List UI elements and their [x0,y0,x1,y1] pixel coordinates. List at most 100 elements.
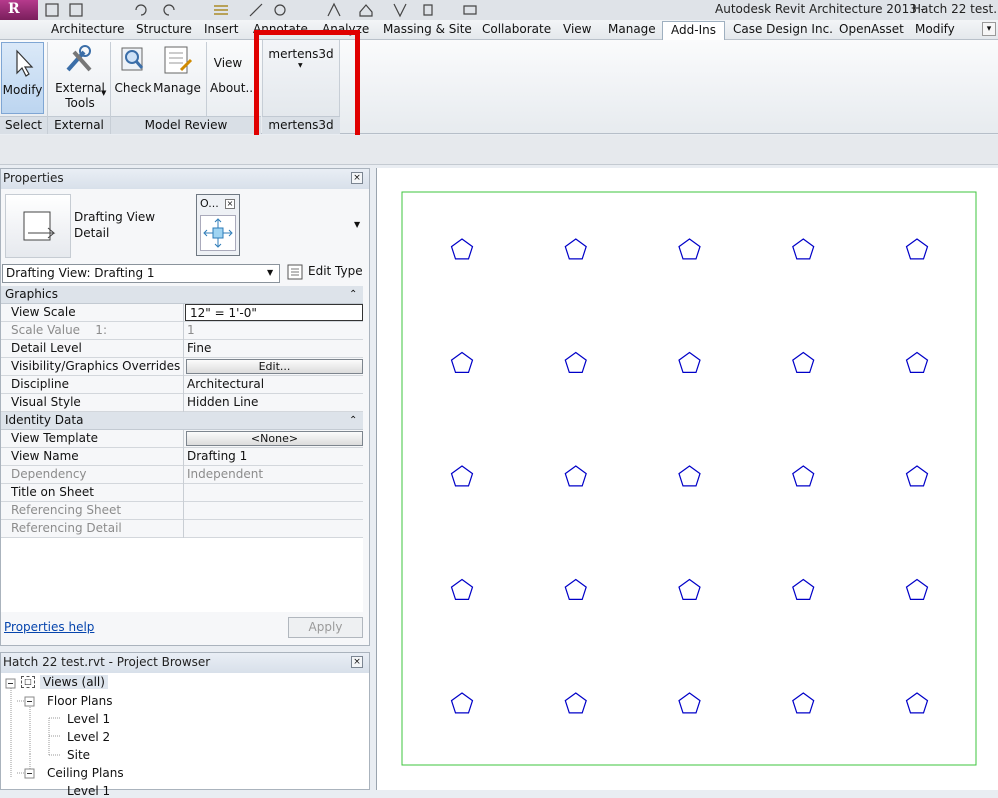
pentagon-symbol[interactable] [905,465,929,487]
tree-views-all[interactable]: Views (all) [40,675,108,689]
print-icon [214,5,228,15]
detail-level-label: Detail Level [11,341,82,355]
pentagon-symbol[interactable] [792,238,815,260]
view-button[interactable]: View [210,56,246,70]
row-discipline[interactable]: Discipline Architectural [1,376,363,394]
group-label-model-review: Model Review [111,116,261,134]
pentagon-symbol[interactable] [564,351,587,373]
pentagon-symbol[interactable] [905,578,929,600]
project-browser-close-icon[interactable]: × [351,656,363,668]
pentagon-symbol[interactable] [905,692,929,714]
pentagon-symbol[interactable] [564,692,587,714]
about-button[interactable]: About... [210,81,257,95]
pentagon-symbol[interactable] [678,692,701,714]
tab-modify[interactable]: Modify [915,22,955,36]
app-menu-button[interactable]: R [0,0,38,20]
pentagon-symbol[interactable] [792,692,815,714]
drafting-view-type-icon [5,194,71,258]
external-tools-button[interactable]: External Tools ▼ [54,42,106,114]
undo-icon [135,4,147,16]
highlight-box [254,30,360,146]
category-graphics[interactable]: Graphics ⌃ [1,286,363,304]
manage-button[interactable]: Manage [153,42,201,114]
pentagon-symbol[interactable] [450,692,474,714]
type-selector[interactable]: Drafting View Detail O... × ▼ [1,190,369,262]
pentagon-symbol[interactable] [564,238,587,260]
pentagon-symbol[interactable] [792,465,815,487]
options-bar [0,135,998,165]
tab-collaborate[interactable]: Collaborate [482,22,551,36]
tab-insert[interactable]: Insert [204,22,238,36]
row-detail-level[interactable]: Detail Level Fine [1,340,363,358]
type-selector-dropdown-icon[interactable]: ▼ [354,220,360,229]
title-bar: R Autodesk Revit Architecture 2013 - Hat… [0,0,998,20]
properties-help-link[interactable]: Properties help [4,620,94,634]
tab-openasset[interactable]: OpenAsset [839,22,904,36]
external-tools-icon [66,45,92,72]
close-hidden-icon [423,4,433,16]
pentagon-symbol[interactable] [450,465,474,487]
collapse-graphics-icon[interactable]: ⌃ [349,286,357,303]
tree-site[interactable]: Site [67,748,90,762]
row-title-on-sheet[interactable]: Title on Sheet [1,484,363,502]
pentagon-symbol[interactable] [792,578,815,600]
vg-edit-button[interactable]: Edit... [186,359,363,374]
pentagon-symbol[interactable] [678,465,701,487]
row-view-scale[interactable]: View Scale 12" = 1'-0" [1,304,363,322]
dependency-label: Dependency [11,467,87,481]
tree-floor-plans[interactable]: Floor Plans [47,694,112,708]
drafting-view-drawing[interactable] [377,168,998,790]
modify-button[interactable]: Modify [1,42,44,114]
row-vg-overrides[interactable]: Visibility/Graphics Overrides Edit... [1,358,363,376]
row-view-template[interactable]: View Template <None> [1,430,363,448]
revit-logo-icon: R [8,1,20,17]
view-template-button[interactable]: <None> [186,431,363,446]
check-button[interactable]: Check [114,42,152,114]
tree-level-2[interactable]: Level 2 [67,730,110,744]
orient-close-icon[interactable]: × [225,199,235,209]
tab-structure[interactable]: Structure [136,22,192,36]
pentagon-symbol[interactable] [450,351,474,373]
pentagon-symbol[interactable] [450,578,474,600]
pentagon-symbol[interactable] [678,578,701,600]
collapse-identity-icon[interactable]: ⌃ [349,412,357,429]
tab-architecture[interactable]: Architecture [51,22,124,36]
pentagon-symbol[interactable] [678,351,701,373]
orient-view-widget[interactable]: O... × [196,194,240,256]
ribbon-minimize-icon[interactable]: ▾ [982,22,996,36]
pentagon-symbol[interactable] [905,238,929,260]
tree-ceiling-plans[interactable]: Ceiling Plans [47,766,124,780]
tree-level-1[interactable]: Level 1 [67,712,110,726]
properties-empty-area [1,538,363,612]
pentagon-symbol[interactable] [564,578,587,600]
tab-case-design[interactable]: Case Design Inc. [733,22,833,36]
tab-manage[interactable]: Manage [608,22,656,36]
tab-view[interactable]: View [563,22,591,36]
instance-selector[interactable]: Drafting View: Drafting 1 ▼ [2,264,280,283]
category-identity-label: Identity Data [5,413,84,427]
apply-button[interactable]: Apply [288,617,363,638]
tab-add-ins[interactable]: Add-Ins [662,21,725,40]
pentagon-symbol[interactable] [792,351,815,373]
crop-region-icon [200,215,236,251]
crop-region-border[interactable] [401,191,977,766]
drawing-canvas[interactable] [376,168,998,790]
instance-selector-value: Drafting View: Drafting 1 [6,266,155,280]
view-scale-input[interactable]: 12" = 1'-0" [185,304,363,321]
pentagon-symbol[interactable] [905,351,929,373]
category-identity-data[interactable]: Identity Data ⌃ [1,412,363,430]
app-title: Autodesk Revit Architecture 2013 - [715,2,925,16]
type-family-label: Drafting View [74,210,156,224]
row-view-name[interactable]: View Name Drafting 1 [1,448,363,466]
pentagon-symbol[interactable] [678,238,701,260]
tree-ceiling-level-1[interactable]: Level 1 [67,784,110,798]
view-scale-label: View Scale [11,305,76,319]
check-magnifier-icon [121,47,144,71]
row-visual-style[interactable]: Visual Style Hidden Line [1,394,363,412]
edit-type-icon [287,264,303,280]
pentagon-symbol[interactable] [564,465,587,487]
pentagon-symbol[interactable] [450,238,474,260]
tab-massing-site[interactable]: Massing & Site [383,22,472,36]
edit-type-button[interactable]: Edit Type [286,263,368,283]
properties-close-icon[interactable]: × [351,172,363,184]
